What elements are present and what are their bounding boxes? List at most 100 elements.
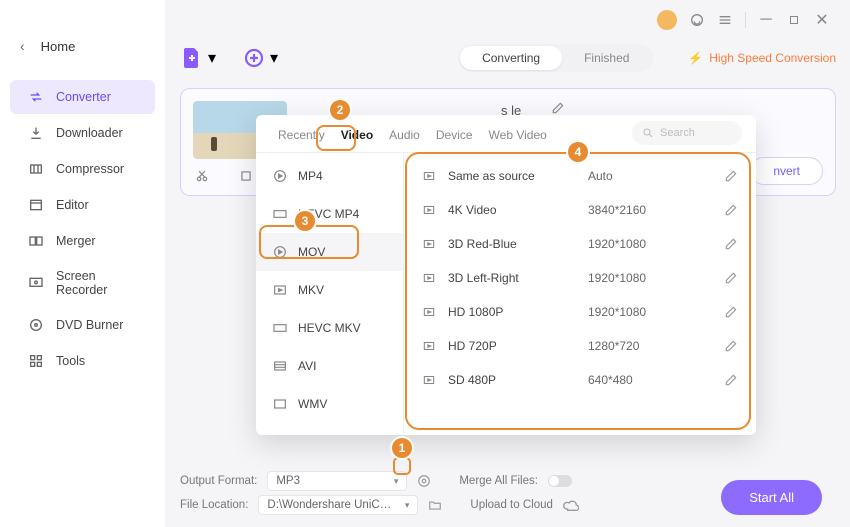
rename-icon[interactable] bbox=[551, 101, 565, 115]
tab-video[interactable]: Video bbox=[341, 128, 373, 152]
sidebar-item-converter[interactable]: Converter bbox=[10, 80, 155, 114]
format-item-wmv[interactable]: WMV bbox=[256, 385, 403, 423]
status-segment: Converting Finished bbox=[458, 44, 653, 72]
preset-item[interactable]: 3D Red-Blue1920*1080 bbox=[404, 227, 756, 261]
sidebar-item-tools[interactable]: Tools bbox=[10, 344, 155, 378]
edit-preset-icon[interactable] bbox=[724, 203, 738, 217]
sidebar-item-downloader[interactable]: Downloader bbox=[10, 116, 155, 150]
edit-preset-icon[interactable] bbox=[724, 169, 738, 183]
tab-device[interactable]: Device bbox=[436, 128, 473, 152]
sidebar-item-merger[interactable]: Merger bbox=[10, 224, 155, 258]
callout-4: 4 bbox=[568, 142, 588, 162]
sidebar-item-dvd-burner[interactable]: DVD Burner bbox=[10, 308, 155, 342]
tab-web-video[interactable]: Web Video bbox=[489, 128, 547, 152]
converter-icon bbox=[28, 89, 44, 105]
menu-icon[interactable] bbox=[717, 12, 733, 28]
preset-icon bbox=[422, 237, 436, 251]
crop-icon[interactable] bbox=[239, 169, 253, 183]
avatar[interactable] bbox=[657, 10, 677, 30]
preset-item[interactable]: 4K Video3840*2160 bbox=[404, 193, 756, 227]
edit-preset-icon[interactable] bbox=[724, 271, 738, 285]
dvd-icon bbox=[28, 317, 44, 333]
window-maximize[interactable] bbox=[786, 12, 802, 28]
sidebar-item-label: Converter bbox=[56, 90, 111, 104]
sidebar: ‹ Home Converter Downloader Compressor E… bbox=[0, 0, 165, 527]
chevron-down-icon: ▾ bbox=[394, 476, 399, 487]
window-minimize[interactable]: ─ bbox=[758, 12, 774, 28]
add-file-icon bbox=[180, 46, 204, 70]
merger-icon bbox=[28, 233, 44, 249]
chevron-left-icon: ‹ bbox=[20, 38, 25, 54]
add-files-button[interactable]: ▾ bbox=[180, 46, 216, 70]
format-item-hevc-mkv[interactable]: HEVC MKV bbox=[256, 309, 403, 347]
cloud-icon[interactable] bbox=[563, 497, 579, 513]
format-item-mov[interactable]: MOV bbox=[256, 233, 403, 271]
chevron-down-icon: ▾ bbox=[208, 48, 216, 68]
tab-converting[interactable]: Converting bbox=[460, 46, 562, 70]
tab-recently[interactable]: Recently bbox=[278, 128, 325, 152]
hevc-mkv-icon bbox=[272, 320, 288, 336]
open-folder-icon[interactable] bbox=[428, 498, 442, 512]
format-item-m4v[interactable]: M4V bbox=[256, 423, 403, 435]
sidebar-item-label: DVD Burner bbox=[56, 318, 123, 332]
tools-icon bbox=[28, 353, 44, 369]
chevron-down-icon: ▾ bbox=[405, 500, 410, 511]
format-item-mp4[interactable]: MP4 bbox=[256, 157, 403, 195]
search-placeholder: Search bbox=[660, 127, 695, 139]
tab-audio[interactable]: Audio bbox=[389, 128, 420, 152]
preset-item[interactable]: SD 480P640*480 bbox=[404, 363, 756, 397]
hevc-icon bbox=[272, 206, 288, 222]
edit-preset-icon[interactable] bbox=[724, 339, 738, 353]
sidebar-item-screen-recorder[interactable]: Screen Recorder bbox=[10, 260, 155, 306]
tab-finished[interactable]: Finished bbox=[562, 46, 651, 70]
merge-label: Merge All Files: bbox=[459, 475, 538, 487]
screen-recorder-icon bbox=[28, 275, 44, 291]
high-speed-conversion[interactable]: ⚡ High Speed Conversion bbox=[688, 51, 836, 65]
preset-icon bbox=[422, 169, 436, 183]
preset-item[interactable]: HD 1080P1920*1080 bbox=[404, 295, 756, 329]
file-location-dropdown[interactable]: D:\Wondershare UniConverter 1 ▾ bbox=[258, 495, 418, 515]
sidebar-item-label: Editor bbox=[56, 198, 89, 212]
output-format-dropdown[interactable]: MP3 ▾ bbox=[267, 471, 407, 491]
format-item-hevc-mp4[interactable]: HEVC MP4 bbox=[256, 195, 403, 233]
search-icon bbox=[642, 127, 654, 139]
sidebar-item-label: Merger bbox=[56, 234, 96, 248]
preset-item[interactable]: Same as sourceAuto bbox=[404, 159, 756, 193]
back-home[interactable]: ‹ Home bbox=[0, 30, 165, 62]
mkv-icon bbox=[272, 282, 288, 298]
merge-toggle[interactable] bbox=[548, 475, 572, 487]
callout-3: 3 bbox=[295, 211, 315, 231]
preset-icon bbox=[422, 203, 436, 217]
sidebar-item-label: Tools bbox=[56, 354, 85, 368]
convert-button[interactable]: nvert bbox=[750, 157, 823, 185]
start-all-button[interactable]: Start All bbox=[721, 480, 822, 515]
edit-preset-icon[interactable] bbox=[724, 237, 738, 251]
preset-icon bbox=[422, 271, 436, 285]
preset-item[interactable]: HD 720P1280*720 bbox=[404, 329, 756, 363]
search-input[interactable]: Search bbox=[632, 121, 742, 145]
format-popover: Recently Video Audio Device Web Video Se… bbox=[256, 115, 756, 435]
support-icon[interactable] bbox=[689, 12, 705, 28]
sidebar-item-editor[interactable]: Editor bbox=[10, 188, 155, 222]
output-format-value: MP3 bbox=[276, 475, 300, 487]
format-item-avi[interactable]: AVI bbox=[256, 347, 403, 385]
format-item-mkv[interactable]: MKV bbox=[256, 271, 403, 309]
preset-item[interactable]: 3D Left-Right1920*1080 bbox=[404, 261, 756, 295]
upload-label: Upload to Cloud bbox=[470, 499, 552, 511]
window-close[interactable]: ✕ bbox=[814, 12, 830, 28]
editor-icon bbox=[28, 197, 44, 213]
trim-icon[interactable] bbox=[195, 169, 209, 183]
edit-preset-icon[interactable] bbox=[724, 305, 738, 319]
preset-icon bbox=[422, 339, 436, 353]
callout-2: 2 bbox=[330, 100, 350, 120]
topbar: ▾ ▾ Converting Finished ⚡ High Speed Con… bbox=[180, 40, 836, 76]
sidebar-item-compressor[interactable]: Compressor bbox=[10, 152, 155, 186]
wmv-icon bbox=[272, 396, 288, 412]
add-url-button[interactable]: ▾ bbox=[242, 46, 278, 70]
home-label: Home bbox=[41, 39, 76, 54]
settings-icon[interactable] bbox=[417, 474, 431, 488]
m4v-icon bbox=[272, 434, 288, 435]
edit-preset-icon[interactable] bbox=[724, 373, 738, 387]
sidebar-item-label: Screen Recorder bbox=[56, 269, 137, 297]
sidebar-item-label: Compressor bbox=[56, 162, 124, 176]
